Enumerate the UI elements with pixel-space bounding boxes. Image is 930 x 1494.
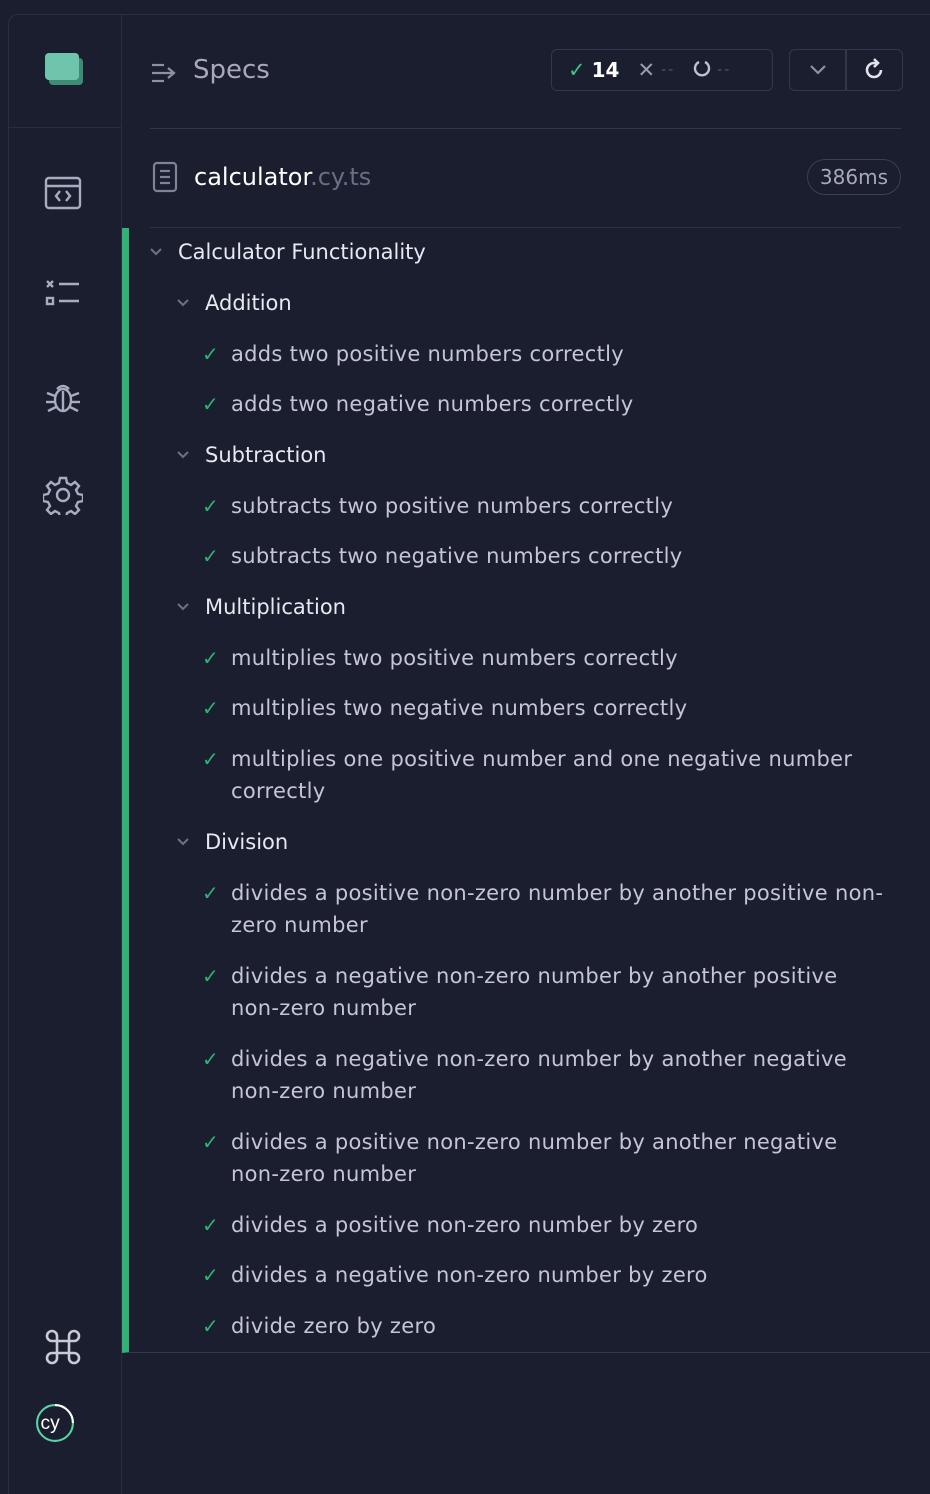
pending-count: -- [717, 62, 732, 78]
pass-check-icon: ✓ [202, 1213, 219, 1237]
test-title: subtracts two negative numbers correctly [231, 544, 683, 568]
pass-check-icon: ✓ [202, 544, 219, 568]
test-title: subtracts two positive numbers correctly [231, 494, 674, 518]
group-title: Multiplication [205, 595, 346, 619]
spec-file-name[interactable]: calculator.cy.ts [194, 163, 371, 191]
test-title: multiplies two negative numbers correctl… [231, 696, 688, 720]
test-title: adds two negative numbers correctly [231, 392, 634, 416]
test-title: divides a negative non-zero number by an… [231, 1047, 847, 1103]
command-icon[interactable] [43, 1327, 83, 1367]
chevron-down-icon [177, 299, 189, 307]
collapse-button[interactable] [789, 49, 847, 91]
chevron-down-icon [150, 248, 162, 256]
browser-code-icon[interactable] [43, 173, 83, 213]
pending-stat: -- [693, 58, 731, 82]
pass-check-icon: ✓ [202, 1314, 219, 1338]
suite-title: Calculator Functionality [178, 240, 426, 264]
test-title: adds two positive numbers correctly [231, 342, 624, 366]
duration-badge: 386ms [806, 159, 901, 195]
chevron-down-icon [177, 451, 189, 459]
group-title: Division [205, 830, 289, 854]
check-icon: ✓ [568, 58, 586, 82]
test-title: divides a positive non-zero number by an… [231, 881, 884, 937]
pass-check-icon: ✓ [202, 1130, 219, 1154]
test-title: divides a positive non-zero number by ze… [231, 1213, 699, 1237]
test-title: divides a negative non-zero number by an… [231, 964, 838, 1020]
spec-file-row: calculator.cy.ts 386ms [150, 128, 901, 228]
pass-check-icon: ✓ [202, 342, 219, 366]
pass-check-icon: ✓ [202, 881, 219, 905]
spec-file-base: calculator [194, 163, 311, 191]
page-title: Specs [193, 55, 270, 85]
refresh-icon [865, 58, 883, 79]
pass-check-icon: ✓ [202, 964, 219, 988]
chevron-down-icon [810, 65, 826, 75]
sidebar: cy [9, 15, 122, 1494]
chevron-down-icon [177, 838, 189, 846]
main-panel: Specs ✓ 14 ✕ -- -- calculator.cy.ts 386m… [122, 15, 930, 1494]
project-logo[interactable] [9, 15, 121, 128]
app-window: cy Specs ✓ 14 ✕ -- -- calculator.cy.ts 3… [8, 14, 930, 1494]
passed-stat: ✓ 14 [568, 58, 619, 82]
passed-count: 14 [591, 58, 620, 82]
pass-check-icon: ✓ [202, 747, 219, 771]
specs-header: Specs ✓ 14 ✕ -- -- [150, 15, 903, 129]
group-title: Subtraction [205, 443, 327, 467]
gear-icon[interactable] [41, 475, 85, 520]
document-icon [152, 161, 178, 193]
test-list-icon[interactable] [43, 275, 83, 315]
test-tree: Calculator Functionality Addition ✓ adds… [122, 228, 930, 1353]
pass-check-icon: ✓ [202, 696, 219, 720]
test-stats: ✓ 14 ✕ -- -- [551, 49, 773, 91]
test-title: divide zero by zero [231, 1314, 437, 1338]
bug-icon[interactable] [43, 377, 83, 417]
test-title: multiplies one positive number and one n… [231, 747, 853, 803]
logo-front-square [45, 53, 79, 80]
pass-check-icon: ✓ [202, 1047, 219, 1071]
pass-check-icon: ✓ [202, 1263, 219, 1287]
group-title: Addition [205, 291, 292, 315]
pass-check-icon: ✓ [202, 494, 219, 518]
failed-count: -- [661, 62, 676, 78]
pass-check-icon: ✓ [202, 392, 219, 416]
test-title: multiplies two positive numbers correctl… [231, 646, 678, 670]
svg-text:cy: cy [41, 1413, 61, 1434]
specs-list-icon[interactable] [150, 58, 180, 88]
spec-file-ext: .cy.ts [310, 163, 372, 191]
failed-stat: ✕ -- [637, 58, 675, 82]
cypress-logo-icon[interactable]: cy [35, 1403, 93, 1461]
pending-icon [693, 58, 711, 82]
chevron-down-icon [177, 603, 189, 611]
rerun-button[interactable] [845, 49, 903, 91]
pass-check-icon: ✓ [202, 646, 219, 670]
test-title: divides a negative non-zero number by ze… [231, 1263, 708, 1287]
test-title: divides a positive non-zero number by an… [231, 1130, 838, 1186]
x-icon: ✕ [637, 58, 656, 82]
